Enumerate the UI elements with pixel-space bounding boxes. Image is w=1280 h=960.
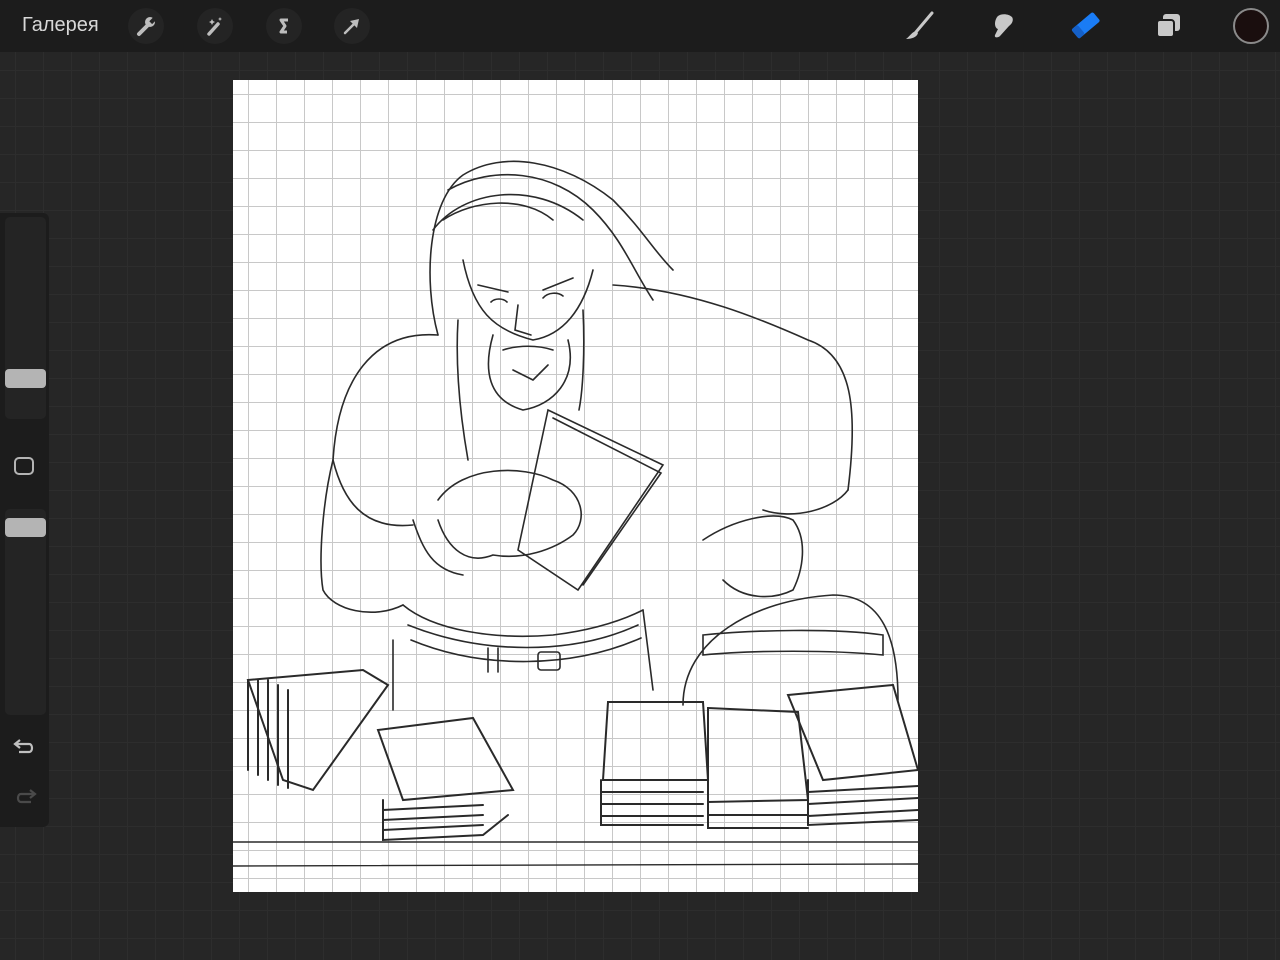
- layers-button[interactable]: [1148, 8, 1188, 44]
- selection-icon: [279, 18, 288, 34]
- brush-size-slider[interactable]: [5, 217, 46, 419]
- sketch-artwork: [233, 160, 918, 867]
- actions-button[interactable]: [128, 8, 164, 44]
- redo-icon[interactable]: [12, 786, 38, 808]
- eraser-icon: [1072, 12, 1100, 39]
- gallery-button[interactable]: Галерея: [22, 14, 99, 37]
- layers-icon: [1156, 14, 1180, 38]
- brush-tool-button[interactable]: [900, 8, 940, 44]
- wrench-icon: [137, 17, 157, 36]
- brush-size-thumb[interactable]: [5, 368, 46, 388]
- adjustments-button[interactable]: [197, 8, 233, 44]
- magic-wand-icon: [207, 17, 222, 36]
- eraser-tool-button[interactable]: [1065, 8, 1105, 44]
- color-picker-button[interactable]: [1233, 8, 1269, 44]
- drawing-canvas[interactable]: [233, 80, 918, 892]
- sidebar: [0, 213, 49, 827]
- undo-icon[interactable]: [12, 736, 38, 758]
- modify-button[interactable]: [14, 457, 34, 475]
- smudge-icon: [994, 14, 1013, 38]
- transform-arrow-icon: [343, 19, 359, 35]
- opacity-slider[interactable]: [5, 509, 46, 715]
- smudge-tool-button[interactable]: [982, 8, 1022, 44]
- opacity-thumb[interactable]: [5, 518, 46, 538]
- selection-button[interactable]: [266, 8, 302, 44]
- transform-button[interactable]: [334, 8, 370, 44]
- brush-icon: [906, 11, 934, 39]
- top-toolbar: Галерея: [0, 0, 1280, 52]
